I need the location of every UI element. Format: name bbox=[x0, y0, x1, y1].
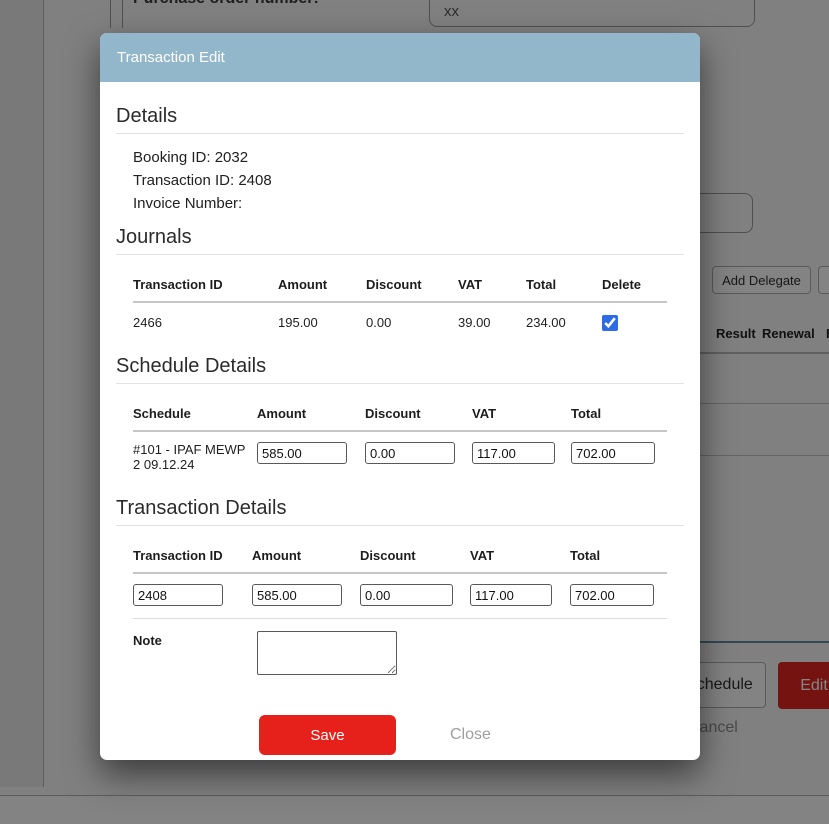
modal-header: Transaction Edit bbox=[100, 33, 700, 82]
modal-button-row: Save Close bbox=[259, 715, 684, 755]
save-button[interactable]: Save bbox=[259, 715, 396, 755]
schedule-amount-input[interactable] bbox=[257, 442, 347, 464]
transaction-col-transaction-id: Transaction ID bbox=[133, 526, 252, 573]
schedule-details-heading: Schedule Details bbox=[116, 354, 684, 384]
schedule-name: #101 - IPAF MEWP 2 09.12.24 bbox=[133, 431, 257, 484]
journals-header-row: Transaction ID Amount Discount VAT Total… bbox=[133, 255, 667, 302]
journals-col-delete: Delete bbox=[602, 255, 667, 302]
transaction-table: Transaction ID Amount Discount VAT Total bbox=[133, 526, 667, 618]
details-block: Booking ID: 2032 Transaction ID: 2408 In… bbox=[133, 146, 667, 215]
note-label: Note bbox=[133, 631, 257, 675]
transaction-col-vat: VAT bbox=[470, 526, 570, 573]
journal-row: 2466 195.00 0.00 39.00 234.00 bbox=[133, 302, 667, 342]
journals-heading: Journals bbox=[116, 225, 684, 255]
journals-col-amount: Amount bbox=[278, 255, 366, 302]
schedule-col-schedule: Schedule bbox=[133, 384, 257, 431]
modal-body: Details Booking ID: 2032 Transaction ID:… bbox=[100, 104, 700, 755]
journal-transaction-id: 2466 bbox=[133, 302, 278, 342]
journal-total: 234.00 bbox=[526, 302, 602, 342]
booking-id-text: Booking ID: 2032 bbox=[133, 146, 667, 169]
journals-table: Transaction ID Amount Discount VAT Total… bbox=[133, 255, 667, 342]
journals-col-discount: Discount bbox=[366, 255, 458, 302]
journals-col-total: Total bbox=[526, 255, 602, 302]
details-heading: Details bbox=[116, 104, 684, 134]
transaction-col-discount: Discount bbox=[360, 526, 470, 573]
schedule-col-total: Total bbox=[571, 384, 667, 431]
schedule-col-vat: VAT bbox=[472, 384, 571, 431]
transaction-input-row bbox=[133, 573, 667, 618]
journal-amount: 195.00 bbox=[278, 302, 366, 342]
schedule-header-row: Schedule Amount Discount VAT Total bbox=[133, 384, 667, 431]
transaction-id-text: Transaction ID: 2408 bbox=[133, 169, 667, 192]
note-row: Note bbox=[133, 618, 667, 675]
transaction-id-input[interactable] bbox=[133, 584, 223, 606]
schedule-total-input[interactable] bbox=[571, 442, 655, 464]
transaction-amount-input[interactable] bbox=[252, 584, 342, 606]
invoice-number-text: Invoice Number: bbox=[133, 192, 667, 215]
journal-discount: 0.00 bbox=[366, 302, 458, 342]
transaction-col-amount: Amount bbox=[252, 526, 360, 573]
transaction-edit-modal: Transaction Edit Details Booking ID: 203… bbox=[100, 33, 700, 760]
close-button[interactable]: Close bbox=[450, 726, 491, 744]
schedule-row: #101 - IPAF MEWP 2 09.12.24 bbox=[133, 431, 667, 484]
journal-vat: 39.00 bbox=[458, 302, 526, 342]
schedule-discount-input[interactable] bbox=[365, 442, 455, 464]
modal-title: Transaction Edit bbox=[117, 49, 225, 66]
schedule-col-amount: Amount bbox=[257, 384, 365, 431]
schedule-vat-input[interactable] bbox=[472, 442, 555, 464]
transaction-header-row: Transaction ID Amount Discount VAT Total bbox=[133, 526, 667, 573]
transaction-details-heading: Transaction Details bbox=[116, 496, 684, 526]
journals-col-transaction-id: Transaction ID bbox=[133, 255, 278, 302]
delete-journal-checkbox[interactable] bbox=[602, 315, 618, 331]
transaction-col-total: Total bbox=[570, 526, 667, 573]
note-textarea[interactable] bbox=[257, 631, 397, 675]
journals-col-vat: VAT bbox=[458, 255, 526, 302]
schedule-col-discount: Discount bbox=[365, 384, 472, 431]
transaction-vat-input[interactable] bbox=[470, 584, 552, 606]
schedule-table: Schedule Amount Discount VAT Total #101 … bbox=[133, 384, 667, 484]
transaction-total-input[interactable] bbox=[570, 584, 654, 606]
transaction-discount-input[interactable] bbox=[360, 584, 453, 606]
